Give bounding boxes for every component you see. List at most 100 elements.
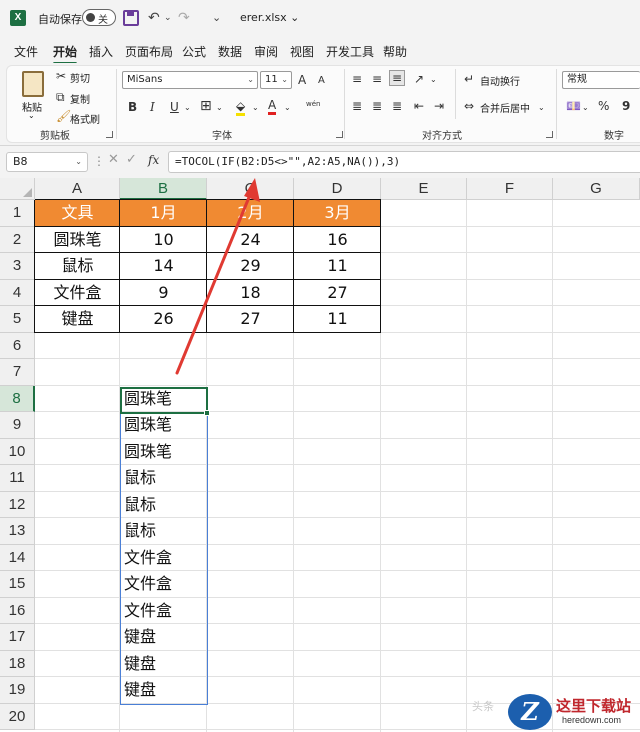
align-top-icon[interactable]: ≡ [352,72,362,86]
menu-item[interactable]: 数据 [218,43,242,60]
row-header[interactable]: 17 [0,624,35,651]
menu-item[interactable]: 文件 [14,43,38,60]
table-cell[interactable]: 14 [120,253,207,280]
increase-indent-icon[interactable]: ⇥ [434,99,444,113]
italic-button[interactable]: I [150,100,155,114]
format-painter-icon[interactable]: 🖌 [56,109,71,123]
shrink-font-button[interactable]: A [318,74,325,88]
merge-dropdown-icon[interactable]: ⌄ [538,101,545,115]
formula-input[interactable]: =TOCOL(IF(B2:D5<>"",A2:A5,NA()),3) [168,151,640,173]
formula-cancel-icon[interactable]: ✕ [108,152,119,167]
table-cell[interactable]: 10 [120,227,207,254]
table-cell[interactable]: 9 [120,280,207,307]
table-header-cell[interactable]: 文具 [35,200,120,227]
merge-center-button[interactable]: 合并后居中 [480,100,530,115]
column-header[interactable]: D [294,178,381,200]
row-header[interactable]: 11 [0,465,35,492]
row-header[interactable]: 9 [0,412,35,439]
orientation-icon[interactable]: ↗ [414,72,424,86]
row-header[interactable]: 19 [0,677,35,704]
decrease-indent-icon[interactable]: ⇤ [414,99,424,113]
borders-dropdown-icon[interactable]: ⌄ [216,101,223,115]
accounting-dropdown-icon[interactable]: ⌄ [582,101,589,115]
row-header[interactable]: 2 [0,226,35,253]
font-color-dropdown-icon[interactable]: ⌄ [284,101,291,115]
align-center-icon[interactable]: ≣ [372,99,382,113]
undo-dropdown-icon[interactable]: ⌄ [164,9,172,27]
font-name-select[interactable]: MiSans ⌄ [122,71,258,89]
file-name[interactable]: erer.xlsx ⌄ [240,11,299,24]
table-cell[interactable]: 键盘 [35,306,120,333]
table-header-cell[interactable]: 1月 [120,200,207,227]
number-format-select[interactable]: 常规 [562,71,640,89]
row-header[interactable]: 13 [0,518,35,545]
clipboard-launcher-icon[interactable] [106,131,113,138]
copy-button[interactable]: 复制 [70,91,90,106]
fill-color-icon[interactable]: ⬙ [236,99,246,116]
wrap-text-button[interactable]: 自动换行 [480,73,520,88]
fill-handle[interactable] [204,410,210,416]
table-cell[interactable]: 24 [207,227,294,254]
column-header[interactable]: A [35,178,120,200]
formula-enter-icon[interactable]: ✓ [126,152,137,167]
accounting-format-icon[interactable]: 💷 [566,99,581,113]
table-cell[interactable]: 鼠标 [35,253,120,280]
borders-icon[interactable]: ⊞ [200,99,212,113]
menu-item[interactable]: 帮助 [383,43,407,60]
row-header[interactable]: 15 [0,571,35,598]
font-size-select[interactable]: 11 ⌄ [260,71,292,89]
fill-color-dropdown-icon[interactable]: ⌄ [252,101,259,115]
align-right-icon[interactable]: ≣ [392,99,402,113]
more-options-icon[interactable]: ⋮ [93,154,105,168]
table-header-cell[interactable]: 3月 [294,200,381,227]
undo-icon[interactable]: ↶ [148,9,160,27]
menu-item[interactable]: 开始 [53,43,78,65]
paste-dropdown-icon[interactable]: ⌄ [28,111,35,120]
comma-style-button[interactable]: 9 [622,99,630,113]
autosave-toggle[interactable]: 关 [82,9,116,26]
format-painter-button[interactable]: 格式刷 [70,111,100,126]
table-cell[interactable]: 11 [294,306,381,333]
underline-button[interactable]: U [170,100,179,114]
row-header[interactable]: 1 [0,200,35,227]
customize-toolbar-icon[interactable]: ⌄ [212,9,221,27]
insert-function-button[interactable]: fx [148,153,159,167]
row-header[interactable]: 8 [0,385,35,412]
align-bottom-icon[interactable]: ≡ [389,70,406,86]
table-cell[interactable]: 18 [207,280,294,307]
row-header[interactable]: 6 [0,332,35,359]
menu-item[interactable]: 开发工具 [326,43,374,60]
name-box[interactable]: B8 ⌄ [6,152,88,172]
select-all-button[interactable] [0,178,35,200]
redo-icon[interactable]: ↷ [178,9,190,27]
table-cell[interactable]: 16 [294,227,381,254]
phonetic-guide-button[interactable]: wén [306,97,320,111]
cut-icon[interactable]: ✂ [56,69,66,83]
grow-font-button[interactable]: A [298,73,306,87]
underline-dropdown-icon[interactable]: ⌄ [184,101,191,115]
table-cell[interactable]: 11 [294,253,381,280]
table-header-cell[interactable]: 2月 [207,200,294,227]
row-header[interactable]: 10 [0,438,35,465]
table-cell[interactable]: 29 [207,253,294,280]
row-header[interactable]: 16 [0,597,35,624]
row-header[interactable]: 4 [0,279,35,306]
table-cell[interactable]: 文件盒 [35,280,120,307]
align-left-icon[interactable]: ≣ [352,99,362,113]
row-header[interactable]: 7 [0,359,35,386]
cut-button[interactable]: 剪切 [70,70,90,85]
menu-item[interactable]: 视图 [290,43,314,60]
wrap-text-icon[interactable]: ↵ [464,72,474,86]
bold-button[interactable]: B [128,100,137,114]
merge-center-icon[interactable]: ⇔ [464,99,474,113]
column-header[interactable]: E [381,178,467,200]
table-cell[interactable]: 27 [207,306,294,333]
column-header[interactable]: G [553,178,640,200]
menu-item[interactable]: 页面布局 [125,43,173,60]
row-header[interactable]: 20 [0,703,35,730]
column-header[interactable]: B [120,178,207,200]
row-header[interactable]: 18 [0,650,35,677]
font-launcher-icon[interactable] [336,131,343,138]
percent-style-button[interactable]: % [598,99,609,113]
row-header[interactable]: 14 [0,544,35,571]
